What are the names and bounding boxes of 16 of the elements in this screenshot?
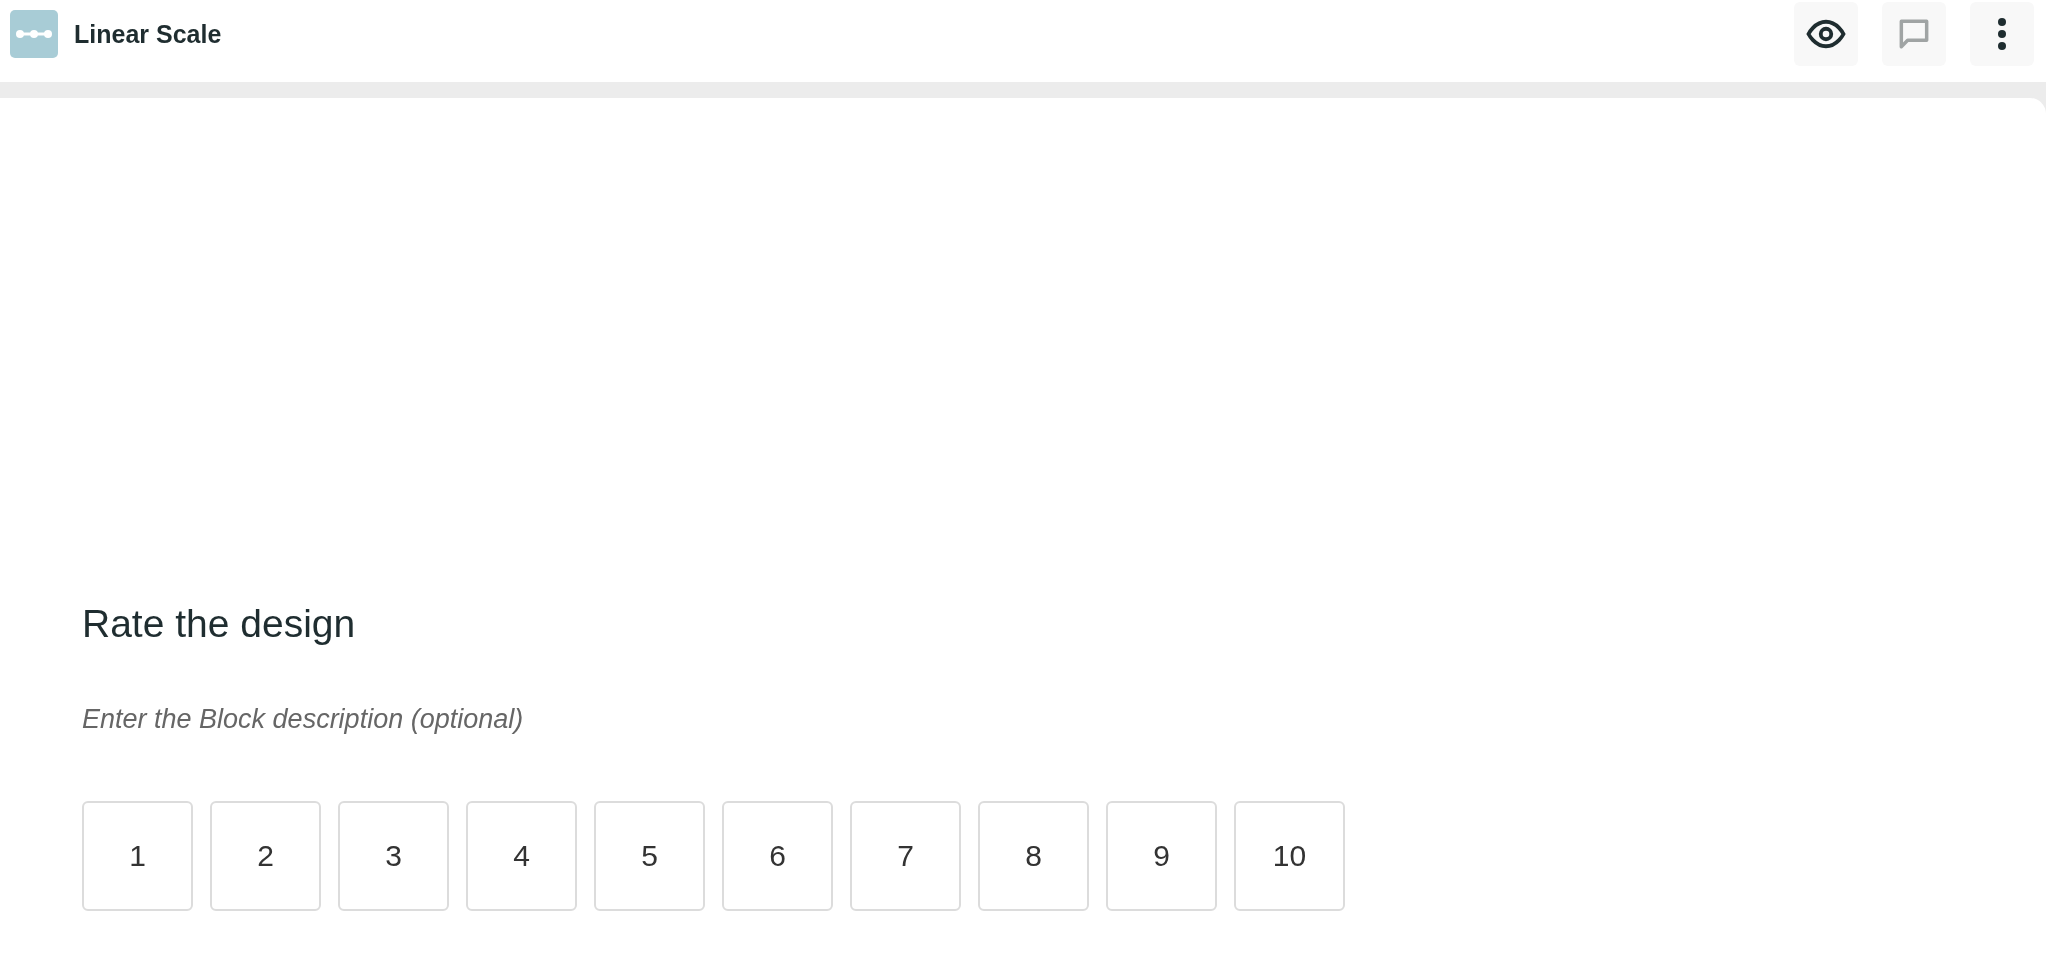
scale-option[interactable]: 5 xyxy=(594,800,705,911)
question-text: Rate the design xyxy=(82,601,357,647)
scale-option[interactable]: 8 xyxy=(978,800,1089,911)
scale-option[interactable]: 4 xyxy=(466,800,577,911)
linear-scale-icon xyxy=(10,10,58,58)
scale-option[interactable]: 6 xyxy=(722,800,833,911)
block-title: Linear Scale xyxy=(74,19,222,50)
more-icon xyxy=(1996,16,2008,52)
scale-option[interactable]: 9 xyxy=(1106,800,1217,911)
scale-option[interactable]: 1 xyxy=(82,800,193,911)
scale-option[interactable]: 3 xyxy=(338,800,449,911)
preview-button[interactable] xyxy=(1794,2,1858,66)
scale-option[interactable]: 2 xyxy=(210,800,321,911)
scale-option[interactable]: 10 xyxy=(1234,800,1345,911)
more-button[interactable] xyxy=(1970,2,2034,66)
scale-option[interactable]: 7 xyxy=(850,800,961,911)
